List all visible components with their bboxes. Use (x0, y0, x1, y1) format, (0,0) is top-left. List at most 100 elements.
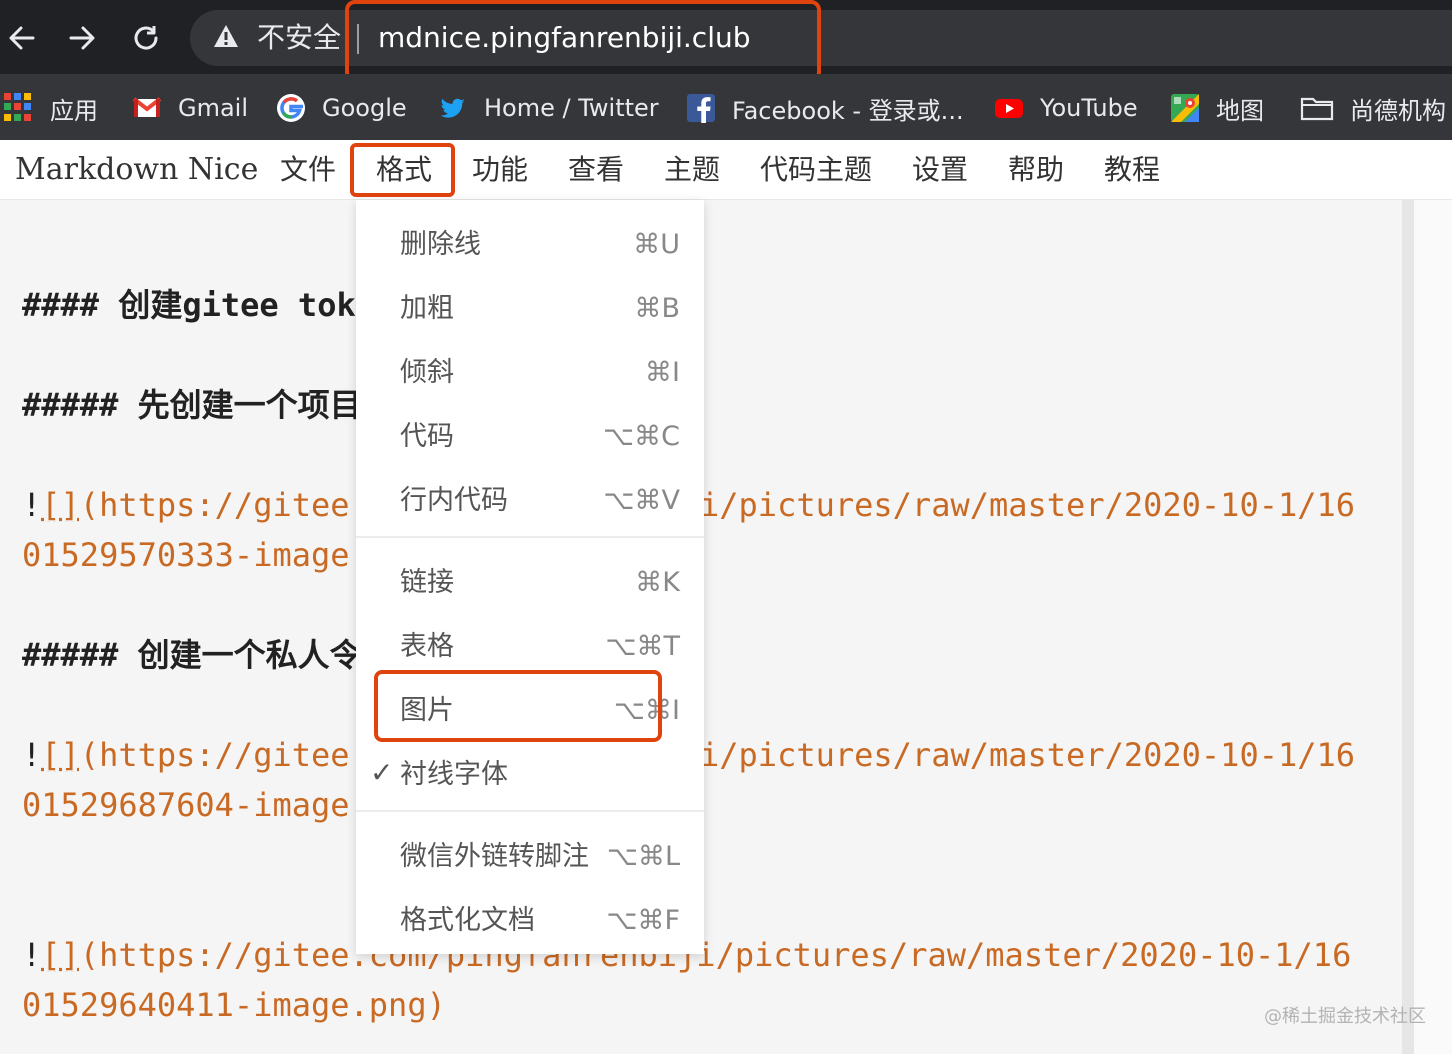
bookmark-gmail[interactable]: Gmail (132, 88, 248, 128)
forward-button[interactable] (60, 14, 104, 62)
menu-item-label: 衬线字体 (400, 759, 508, 790)
image-item-highlight-annotation (374, 670, 662, 742)
bookmark-label: YouTube (1040, 94, 1138, 122)
editor-line-h5: ##### 创建一个私人令 (22, 636, 362, 674)
gmail-icon (132, 97, 162, 117)
image-bang: ! (22, 486, 42, 524)
menu-item-label: 删除线 (400, 229, 481, 260)
bookmark-label: 地图 (1216, 96, 1264, 125)
menu-help[interactable]: 帮助 (1008, 148, 1064, 192)
image-url: (https://gitee.com/pingfanrenbiji/pictur… (79, 936, 1352, 974)
security-status[interactable]: 不安全 (257, 18, 341, 58)
menu-item-shortcut: ⌥⌘C (603, 421, 680, 452)
maps-icon (1171, 94, 1199, 122)
reload-button[interactable] (124, 14, 168, 62)
checkmark-icon: ✓ (370, 756, 394, 789)
menu-item-format-document[interactable]: 格式化文档 ⌥⌘F (356, 894, 704, 948)
editor-line-h4: #### 创建gitee tok (22, 286, 356, 324)
menu-divider (356, 810, 704, 812)
menu-item-label: 格式化文档 (400, 905, 535, 936)
menu-theme[interactable]: 主题 (664, 148, 720, 192)
youtube-icon (995, 99, 1023, 118)
bookmarks-bar: 应用 Gmail Google Home / Twitter Facebook … (0, 74, 1452, 140)
back-button[interactable] (0, 14, 44, 62)
menu-view[interactable]: 查看 (568, 148, 624, 192)
preview-pane-edge (1414, 200, 1452, 1054)
bookmark-label: 尚德机构 (1350, 96, 1446, 125)
warning-icon[interactable] (213, 24, 239, 48)
arrow-right-icon (69, 26, 95, 50)
apps-grid-icon (4, 93, 34, 123)
menu-item-label: 微信外链转脚注 (400, 841, 589, 872)
menu-item-wechat-footnote[interactable]: 微信外链转脚注 ⌥⌘L (356, 830, 704, 884)
editor-line-image: ![](https://gitee. (22, 480, 369, 530)
image-bang: ! (22, 936, 42, 974)
editor-scrollbar[interactable] (1402, 200, 1414, 1054)
bookmark-label: 应用 (50, 96, 98, 125)
editor-line-image-url-tail: i/pictures/raw/master/2020-10-1/16 (700, 486, 1356, 524)
editor-line-h5: ##### 先创建一个项目 (22, 386, 362, 424)
format-dropdown-menu: 删除线 ⌘U 加粗 ⌘B 倾斜 ⌘I 代码 ⌥⌘C 行内代码 ⌥⌘V 链接 ⌘K… (356, 200, 704, 954)
menu-item-bold[interactable]: 加粗 ⌘B (356, 282, 704, 336)
menu-item-italic[interactable]: 倾斜 ⌘I (356, 346, 704, 400)
image-alt-brackets: [] (41, 936, 80, 974)
bookmark-twitter[interactable]: Home / Twitter (438, 88, 659, 128)
bookmark-label: Home / Twitter (484, 94, 659, 122)
bookmark-folder[interactable]: 尚德机构 (1300, 88, 1446, 128)
menu-item-shortcut: ⌥⌘F (606, 905, 680, 936)
editor-line-image-url-cont: 01529640411-image.png) (22, 986, 446, 1024)
menu-item-shortcut: ⌘K (635, 567, 680, 598)
folder-icon (1300, 97, 1334, 121)
menu-function[interactable]: 功能 (472, 148, 528, 192)
bookmark-label: Facebook - 登录或... (732, 96, 964, 125)
image-alt-brackets: [] (41, 736, 80, 774)
menu-settings[interactable]: 设置 (912, 148, 968, 192)
bookmark-apps[interactable]: 应用 (4, 88, 98, 128)
menu-file[interactable]: 文件 (280, 148, 336, 192)
bookmark-google[interactable]: Google (276, 88, 407, 128)
menu-item-shortcut: ⌘B (634, 293, 680, 324)
editor-line-image-url-cont: 01529687604-image. (22, 786, 369, 824)
menu-item-shortcut: ⌥⌘V (603, 485, 680, 516)
bookmark-label: Gmail (178, 94, 249, 122)
google-icon (277, 94, 305, 122)
menu-item-label: 行内代码 (400, 485, 508, 516)
reload-icon (134, 26, 158, 50)
facebook-icon (687, 94, 715, 123)
app-brand: Markdown Nice (15, 152, 259, 187)
menu-item-shortcut: ⌥⌘T (605, 631, 680, 662)
menu-tutorial[interactable]: 教程 (1104, 148, 1160, 192)
image-alt-brackets: [] (41, 486, 80, 524)
app-menubar: Markdown Nice 文件 格式 功能 查看 主题 代码主题 设置 帮助 … (0, 140, 1452, 200)
bookmark-maps[interactable]: 地图 (1170, 88, 1264, 128)
menu-item-table[interactable]: 表格 ⌥⌘T (356, 620, 704, 674)
url-highlight-annotation (345, 0, 821, 82)
menu-item-label: 倾斜 (400, 357, 454, 388)
menu-divider (356, 536, 704, 538)
menu-item-strikethrough[interactable]: 删除线 ⌘U (356, 218, 704, 272)
menu-format-highlight-annotation (350, 143, 455, 197)
menu-item-label: 加粗 (400, 293, 454, 324)
menu-item-label: 链接 (400, 567, 454, 598)
menu-item-serif-font[interactable]: ✓ 衬线字体 (356, 748, 704, 802)
image-bang: ! (22, 736, 42, 774)
menu-item-shortcut: ⌘I (645, 357, 680, 388)
editor-line-image: ![](https://gitee. (22, 730, 369, 780)
bookmark-label: Google (322, 94, 407, 122)
menu-item-code[interactable]: 代码 ⌥⌘C (356, 410, 704, 464)
arrow-left-icon (9, 26, 35, 50)
menu-item-link[interactable]: 链接 ⌘K (356, 556, 704, 610)
menu-code-theme[interactable]: 代码主题 (760, 148, 872, 192)
menu-item-inline-code[interactable]: 行内代码 ⌥⌘V (356, 474, 704, 528)
bookmark-youtube[interactable]: YouTube (994, 88, 1138, 128)
browser-toolbar: 不安全 mdnice.pingfanrenbiji.club (0, 0, 1452, 82)
editor-line-image-url-cont: 01529570333-image. (22, 536, 369, 574)
watermark: @稀土掘金技术社区 (1264, 1006, 1426, 1027)
editor-line-image-url-tail: i/pictures/raw/master/2020-10-1/16 (700, 736, 1356, 774)
image-url: (https://gitee. (79, 736, 369, 774)
menu-item-shortcut: ⌥⌘L (606, 841, 680, 872)
twitter-icon (440, 98, 465, 118)
image-url: (https://gitee. (79, 486, 369, 524)
menu-item-label: 表格 (400, 631, 454, 662)
bookmark-facebook[interactable]: Facebook - 登录或... (686, 88, 964, 128)
